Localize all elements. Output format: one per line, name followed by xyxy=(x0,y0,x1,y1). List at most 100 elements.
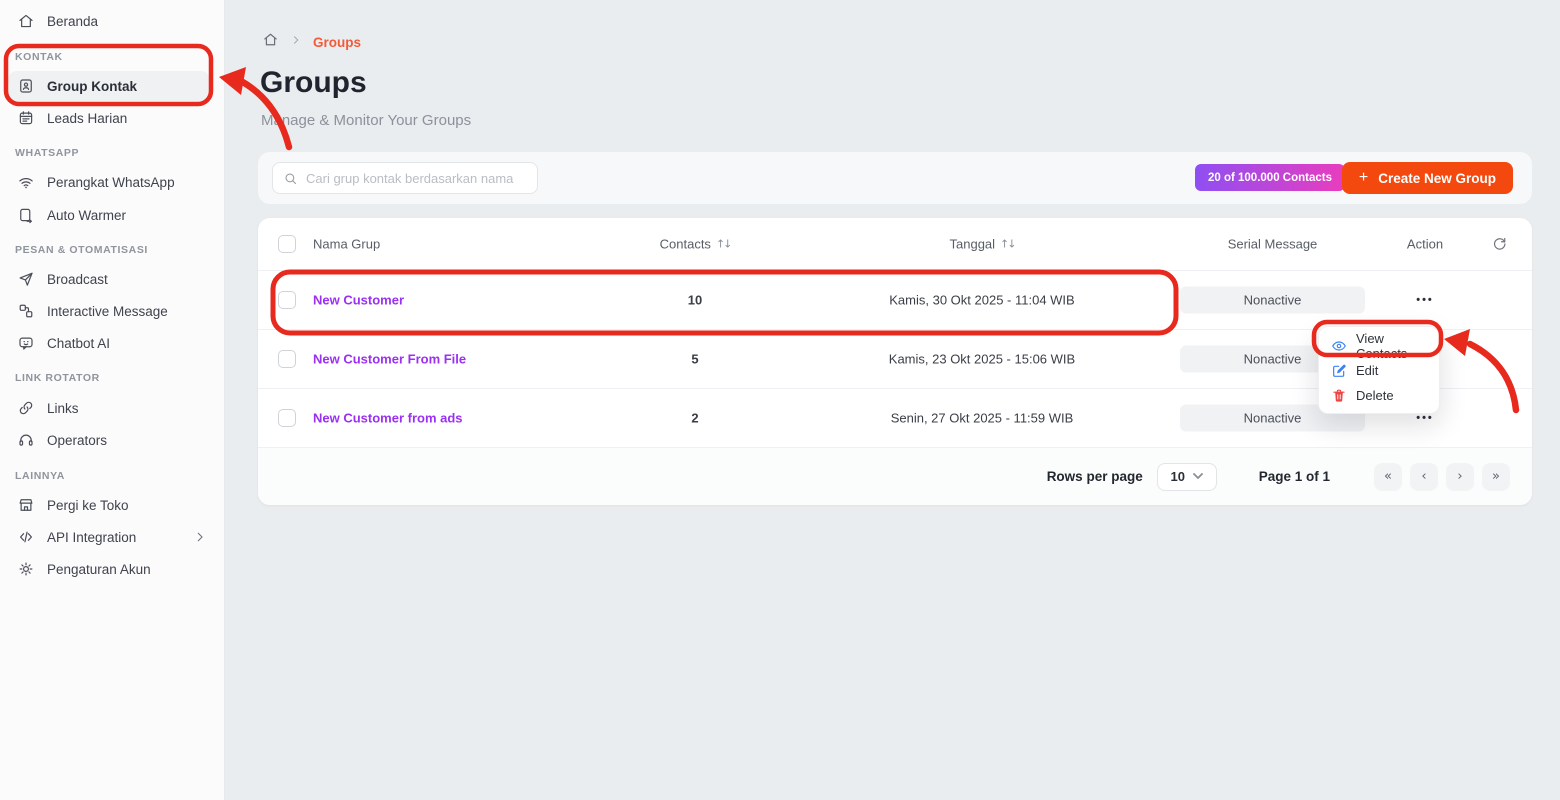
contacts-count: 2 xyxy=(635,411,755,426)
breadcrumb-home-icon[interactable] xyxy=(262,31,279,53)
store-icon xyxy=(17,496,35,514)
sidebar-item-links[interactable]: Links xyxy=(0,393,225,423)
group-name-link[interactable]: New Customer from ads xyxy=(313,411,633,426)
calendar-icon xyxy=(17,109,35,127)
sidebar-item-auto-warmer[interactable]: Auto Warmer xyxy=(0,200,225,230)
plus-icon: + xyxy=(1359,170,1368,186)
sidebar-item-pengaturan-akun[interactable]: Pengaturan Akun xyxy=(0,554,225,584)
sidebar-item-label: Leads Harian xyxy=(47,111,127,126)
sidebar-item-pergi-ke-toko[interactable]: Pergi ke Toko xyxy=(0,490,225,520)
table-footer: Rows per page 10 Page 1 of 1 « ‹ › » xyxy=(258,448,1532,505)
toolbar: 20 of 100.000 Contacts + Create New Grou… xyxy=(258,152,1532,204)
group-name-link[interactable]: New Customer xyxy=(313,293,633,308)
code-icon xyxy=(17,528,35,546)
sidebar-item-api-integration[interactable]: API Integration xyxy=(0,522,225,552)
sidebar-item-chatbot-ai[interactable]: Chatbot AI xyxy=(0,328,225,358)
sidebar-item-label: Auto Warmer xyxy=(47,208,126,223)
sidebar-section-pesan-otomatisasi: PESAN & OTOMATISASI xyxy=(15,243,148,257)
row-checkbox[interactable] xyxy=(278,291,296,309)
row-action-menu: View Contacts Edit Delete xyxy=(1318,326,1440,414)
chevron-down-icon xyxy=(1193,473,1203,480)
sidebar-item-label: Group Kontak xyxy=(47,79,137,94)
sidebar-item-label: Pergi ke Toko xyxy=(47,498,129,513)
column-header-contacts[interactable]: Contacts↑↓ xyxy=(635,237,755,252)
page-info: Page 1 of 1 xyxy=(1259,469,1330,484)
select-all-checkbox[interactable] xyxy=(278,235,296,253)
rows-per-page-label: Rows per page xyxy=(1047,469,1143,484)
breadcrumb: Groups xyxy=(262,31,361,53)
search-input[interactable] xyxy=(306,171,527,186)
serial-status-badge: Nonactive xyxy=(1180,287,1365,314)
page-title: Groups xyxy=(260,66,367,100)
sidebar-item-label: Perangkat WhatsApp xyxy=(47,175,175,190)
pagination: « ‹ › » xyxy=(1374,463,1510,491)
contact-card-icon xyxy=(17,77,35,95)
sidebar-section-lainnya: LAINNYA xyxy=(15,469,65,483)
chatbot-icon xyxy=(17,334,35,352)
group-date: Kamis, 23 Okt 2025 - 15:06 WIB xyxy=(832,352,1132,367)
column-header-serial-message: Serial Message xyxy=(1180,237,1365,252)
group-date: Senin, 27 Okt 2025 - 11:59 WIB xyxy=(832,411,1132,426)
gear-icon xyxy=(17,560,35,578)
sort-icon[interactable]: ↑↓ xyxy=(716,238,730,251)
shapes-icon xyxy=(17,302,35,320)
sidebar: Beranda KONTAK Group Kontak Leads Harian… xyxy=(0,0,225,800)
menu-item-edit[interactable]: Edit xyxy=(1319,358,1439,383)
refresh-button[interactable] xyxy=(1491,236,1508,253)
sidebar-item-label: Links xyxy=(47,401,79,416)
row-checkbox[interactable] xyxy=(278,350,296,368)
headset-icon xyxy=(17,431,35,449)
sidebar-section-whatsapp: WHATSAPP xyxy=(15,146,79,160)
trash-icon xyxy=(1331,388,1347,404)
sidebar-item-label: Pengaturan Akun xyxy=(47,562,151,577)
prev-page-button[interactable]: ‹ xyxy=(1410,463,1438,491)
menu-item-delete[interactable]: Delete xyxy=(1319,383,1439,408)
page-subtitle: Manage & Monitor Your Groups xyxy=(261,112,471,129)
sidebar-item-leads-harian[interactable]: Leads Harian xyxy=(0,103,225,133)
search-box xyxy=(272,162,538,194)
sidebar-section-link-rotator: LINK ROTATOR xyxy=(15,371,100,385)
sidebar-section-kontak: KONTAK xyxy=(15,50,63,64)
refresh-icon xyxy=(1491,236,1508,253)
sidebar-item-label: Interactive Message xyxy=(47,304,168,319)
row-actions-button[interactable]: ••• xyxy=(1395,294,1455,306)
device-refresh-icon xyxy=(17,206,35,224)
sidebar-item-label: Operators xyxy=(47,433,107,448)
edit-icon xyxy=(1331,363,1347,379)
sidebar-item-label: Chatbot AI xyxy=(47,336,110,351)
next-page-button[interactable]: › xyxy=(1446,463,1474,491)
chevron-right-icon xyxy=(193,530,207,544)
row-checkbox[interactable] xyxy=(278,409,296,427)
wifi-icon xyxy=(17,173,35,191)
chevron-right-icon xyxy=(290,33,302,51)
app-root: Beranda KONTAK Group Kontak Leads Harian… xyxy=(0,0,1560,800)
sidebar-item-interactive-message[interactable]: Interactive Message xyxy=(0,296,225,326)
sidebar-item-perangkat-whatsapp[interactable]: Perangkat WhatsApp xyxy=(0,167,225,197)
group-name-link[interactable]: New Customer From File xyxy=(313,352,633,367)
sidebar-item-label: Broadcast xyxy=(47,272,108,287)
sidebar-item-beranda[interactable]: Beranda xyxy=(0,6,225,36)
sort-icon[interactable]: ↑↓ xyxy=(1000,238,1014,251)
contacts-quota-badge: 20 of 100.000 Contacts xyxy=(1195,164,1345,191)
contacts-count: 10 xyxy=(635,293,755,308)
last-page-button[interactable]: » xyxy=(1482,463,1510,491)
eye-icon xyxy=(1331,338,1347,354)
sidebar-item-label: API Integration xyxy=(47,530,136,545)
column-header-action: Action xyxy=(1395,237,1455,252)
table-row: New Customer 10 Kamis, 30 Okt 2025 - 11:… xyxy=(258,271,1532,330)
menu-item-view-contacts[interactable]: View Contacts xyxy=(1319,333,1439,358)
contacts-count: 5 xyxy=(635,352,755,367)
breadcrumb-current[interactable]: Groups xyxy=(313,35,361,50)
group-date: Kamis, 30 Okt 2025 - 11:04 WIB xyxy=(832,293,1132,308)
rows-per-page-select[interactable]: 10 xyxy=(1157,463,1217,491)
sidebar-item-group-kontak[interactable]: Group Kontak xyxy=(0,71,225,101)
send-icon xyxy=(17,270,35,288)
create-new-group-button[interactable]: + Create New Group xyxy=(1342,162,1513,194)
column-header-nama-grup: Nama Grup xyxy=(313,237,633,252)
sidebar-item-label: Beranda xyxy=(47,14,98,29)
home-icon xyxy=(17,12,35,30)
column-header-tanggal[interactable]: Tanggal↑↓ xyxy=(832,237,1132,252)
first-page-button[interactable]: « xyxy=(1374,463,1402,491)
sidebar-item-broadcast[interactable]: Broadcast xyxy=(0,264,225,294)
sidebar-item-operators[interactable]: Operators xyxy=(0,425,225,455)
